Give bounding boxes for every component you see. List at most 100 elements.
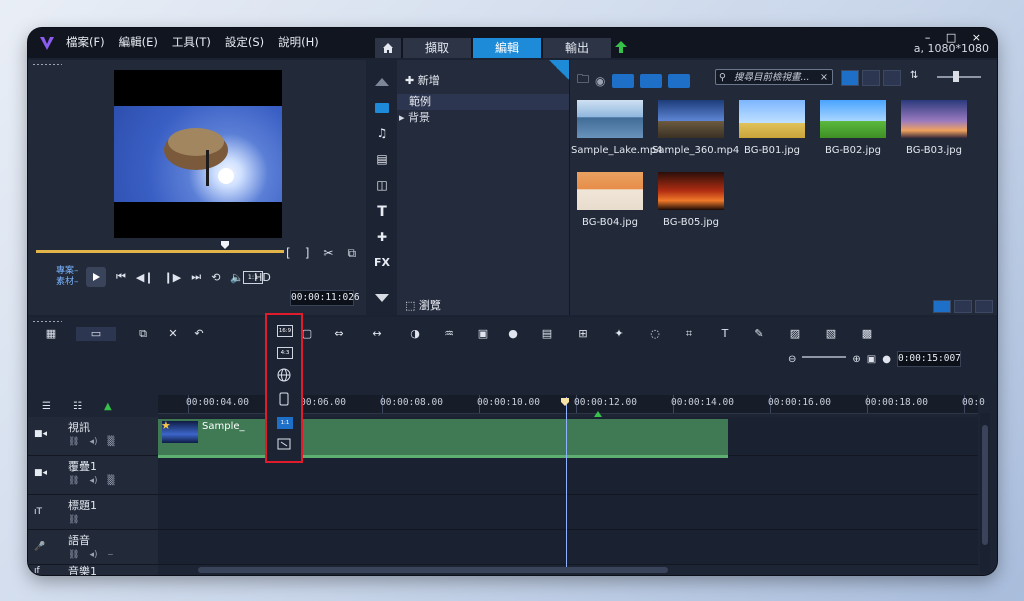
undo-icon[interactable]: ↶ <box>190 327 208 341</box>
auto-music-icon[interactable]: ✎ <box>750 327 768 341</box>
scroll-down-icon[interactable] <box>373 290 391 306</box>
library-options-button[interactable] <box>933 300 951 313</box>
mode-project[interactable]: 專案– <box>56 266 79 277</box>
go-to-start-icon[interactable]: ⏮ <box>116 270 126 284</box>
split-icon[interactable]: ✂ <box>323 246 333 261</box>
menu-edit[interactable]: 編輯(E) <box>119 34 158 50</box>
pin-icon[interactable] <box>549 60 569 80</box>
fit-project-icon[interactable]: ▣ <box>867 354 876 365</box>
aspect-ratio-button[interactable]: 1:1 <box>243 271 263 284</box>
thumbnail-item[interactable]: BG-B03.jpg <box>895 96 973 164</box>
panel-grip[interactable] <box>32 63 62 66</box>
graphics-icon[interactable]: ✚ <box>373 230 391 246</box>
tab-edit[interactable]: 編輯 <box>473 38 541 58</box>
playhead-handle-icon[interactable] <box>560 397 570 407</box>
ratio-option-1-1[interactable]: 1:1 <box>277 417 293 429</box>
subtitle-icon[interactable]: ▤ <box>538 327 556 341</box>
focus-icon[interactable]: ⌗ <box>680 327 698 341</box>
next-frame-icon[interactable]: ❙▶ <box>164 271 182 284</box>
grid-icon[interactable]: ▒ <box>107 476 114 486</box>
track-tools-icon[interactable]: ☷ <box>73 401 82 412</box>
paint-icon[interactable]: ▧ <box>822 327 840 341</box>
timeline-horizontal-scrollbar[interactable] <box>188 567 968 573</box>
folder-backgrounds[interactable]: ▸ 背景 <box>399 110 430 126</box>
tab-share[interactable]: 輸出 <box>543 38 611 58</box>
library-search-input[interactable]: ⚲ 搜尋目前檢視畫... × <box>715 69 833 85</box>
show-videos-button[interactable] <box>611 73 634 88</box>
grid-icon[interactable]: ▒ <box>107 437 114 447</box>
track-lane[interactable] <box>158 495 978 529</box>
project-duration[interactable]: 0:00:15:007 <box>896 351 961 367</box>
browse-button[interactable]: ⬚ 瀏覽 <box>405 297 441 313</box>
link-icon[interactable]: ⛓ <box>68 550 79 560</box>
instant-project-icon[interactable]: ▤ <box>373 152 391 168</box>
folder-samples[interactable]: 範例 <box>397 94 569 110</box>
ratio-option-360[interactable] <box>277 367 293 383</box>
track-header[interactable]: ■◂ 視訊 ⛓ ◂) ▒ <box>28 417 158 455</box>
link-icon[interactable]: ⛓ <box>68 437 79 447</box>
timeline-vertical-scrollbar[interactable] <box>980 413 990 573</box>
mode-clip[interactable]: 素材– <box>56 277 79 288</box>
mark-in-icon[interactable]: [ <box>286 246 291 261</box>
tools-icon[interactable]: ✕ <box>164 327 182 341</box>
tab-home[interactable] <box>375 38 401 58</box>
add-track-icon[interactable]: ▲ <box>104 401 112 412</box>
ratio-option-custom[interactable] <box>277 435 293 450</box>
motion-icon[interactable]: ● <box>504 327 522 341</box>
tab-capture[interactable]: 擷取 <box>403 38 471 58</box>
audio-wave-icon[interactable]: ♒ <box>440 327 458 341</box>
thumbnail-item[interactable]: BG-B04.jpg <box>571 168 649 236</box>
link-icon[interactable]: ⛓ <box>68 515 79 525</box>
link-icon[interactable]: ⛓ <box>68 476 79 486</box>
multi-camera-icon[interactable]: ▨ <box>786 327 804 341</box>
menu-help[interactable]: 說明(H) <box>278 34 319 50</box>
media-icon[interactable] <box>373 100 391 116</box>
motion-tracking-icon[interactable]: ✦ <box>610 327 628 341</box>
menu-settings[interactable]: 設定(S) <box>225 34 264 50</box>
3d-title-icon[interactable]: T <box>716 327 734 341</box>
menu-file[interactable]: 檔案(F) <box>66 34 105 50</box>
title-icon[interactable]: T <box>373 204 391 220</box>
scrollbar-thumb[interactable] <box>198 567 668 573</box>
track-header[interactable]: ■◂ 覆疊1 ⛓ ◂) ▒ <box>28 456 158 494</box>
list-view-button[interactable] <box>862 70 880 86</box>
track-lane[interactable] <box>158 530 978 564</box>
play-button[interactable] <box>86 267 106 287</box>
ripple-icon[interactable]: ⌣ <box>107 550 113 560</box>
time-remap-icon[interactable]: ◌ <box>646 327 664 341</box>
fx-icon[interactable]: FX <box>373 256 391 272</box>
storyboard-view-icon[interactable]: ▦ <box>42 327 60 341</box>
repeat-icon[interactable]: ⟲ <box>211 271 220 284</box>
add-folder-button[interactable]: ✚ 新增 <box>405 72 440 88</box>
color-icon[interactable]: ◑ <box>406 327 424 341</box>
mark-out-icon[interactable]: ] <box>305 246 310 261</box>
ratio-option-9-16[interactable] <box>279 391 291 407</box>
library-manager-button[interactable] <box>954 300 972 313</box>
preview-timecode[interactable]: 00:00:11:026 <box>290 290 360 306</box>
go-to-end-icon[interactable]: ⏭ <box>191 270 201 284</box>
record-icon[interactable]: ◉ <box>595 74 605 88</box>
split-screen-icon[interactable]: ⊞ <box>574 327 592 341</box>
previous-frame-icon[interactable]: ◀❙ <box>136 271 154 284</box>
menu-tools[interactable]: 工具(T) <box>172 34 211 50</box>
grid-view-button[interactable] <box>883 70 901 86</box>
thumbnail-item[interactable]: Sample_Lake.mp4 <box>571 96 662 164</box>
scroll-up-icon[interactable] <box>373 74 391 90</box>
track-volume-icon[interactable]: ◂) <box>89 550 97 560</box>
mask-icon[interactable]: ▣ <box>474 327 492 341</box>
track-volume-icon[interactable]: ◂) <box>89 437 97 447</box>
thumbnail-size-handle[interactable] <box>953 71 959 82</box>
thumbnail-item[interactable]: BG-B01.jpg <box>733 96 811 164</box>
zoom-slider[interactable] <box>802 356 847 358</box>
zoom-in-icon[interactable]: ⊕ <box>852 354 860 365</box>
track-list-icon[interactable]: ☰ <box>42 401 51 412</box>
ratio-option-16-9[interactable]: 16:9 <box>277 325 293 337</box>
scrollbar-thumb[interactable] <box>982 425 988 545</box>
zoom-out-icon[interactable]: ⊖ <box>788 354 796 365</box>
upload-icon[interactable] <box>614 40 628 54</box>
show-audio-button[interactable] <box>667 73 690 88</box>
timeline-view-icon[interactable]: ▭ <box>76 327 116 341</box>
gif-icon[interactable]: ▩ <box>858 327 876 341</box>
thumbnail-size-slider[interactable] <box>937 76 981 78</box>
stretch-icon[interactable]: ↔ <box>368 327 386 341</box>
